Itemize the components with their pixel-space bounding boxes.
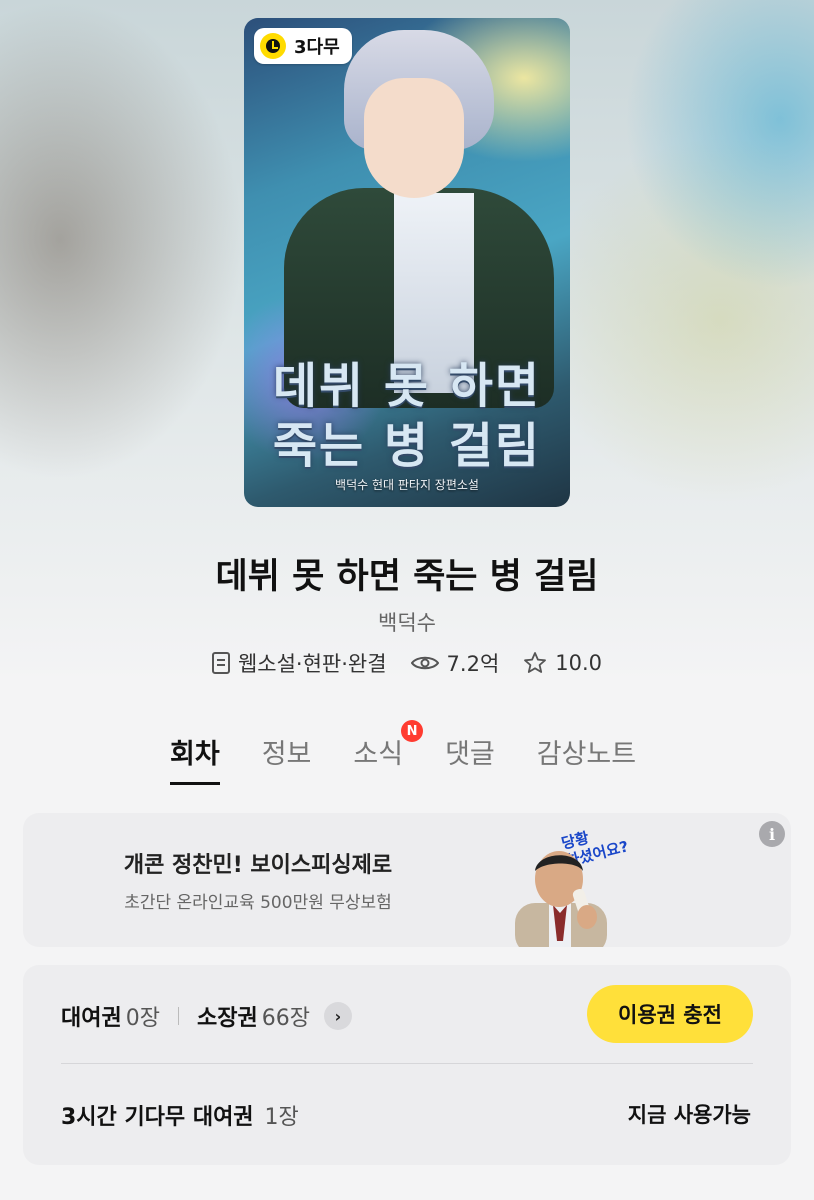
owned-label: 소장권 [196, 1006, 258, 1031]
star-icon [524, 652, 547, 673]
work-meta: 웹소설·현판·완결 7.2억 10.0 [0, 648, 814, 678]
tab-notes[interactable]: 감상노트 [537, 732, 636, 785]
wait-free-label: 3다무 [294, 37, 340, 58]
tab-episodes[interactable]: 회차 [170, 732, 220, 785]
wait-free-pass: 3시간 기다무 대여권 1장 [61, 1099, 299, 1131]
views-info: 7.2억 [410, 648, 500, 678]
genre-text: 웹소설·현판·완결 [237, 652, 387, 676]
tab-news[interactable]: 소식 N [353, 720, 424, 785]
pass-card-divider [61, 1063, 753, 1064]
ad-info-icon[interactable]: i [759, 821, 785, 847]
views-count: 7.2억 [446, 652, 500, 676]
wait-free-badge: 3다무 [254, 28, 352, 64]
cover-art-face [364, 78, 464, 198]
cover-subtitle: 백덕수 현대 판타지 장편소설 [335, 478, 479, 492]
content-tabs: 회차 정보 소식 N 댓글 감상노트 [170, 720, 636, 785]
clock-icon [260, 33, 286, 59]
cover-title-line2: 죽는 병 걸림 [272, 418, 542, 474]
document-icon [211, 652, 230, 674]
eye-icon [410, 656, 439, 670]
cover-image[interactable]: 데뷔 못 하면 죽는 병 걸림 백덕수 현대 판타지 장편소설 3다무 [244, 18, 570, 507]
tab-news-label: 소식 [353, 739, 404, 770]
ad-person-image [515, 851, 607, 947]
charge-pass-button[interactable]: 이용권 충전 [587, 985, 753, 1043]
pass-divider [177, 1007, 179, 1025]
author-name[interactable]: 백덕수 [0, 607, 814, 637]
wait-pass-status[interactable]: 지금 사용가능 [628, 1099, 751, 1129]
chevron-right-icon[interactable]: › [323, 1002, 352, 1030]
rating-info: 10.0 [523, 651, 602, 675]
ad-subtitle: 초간단 온라인교육 500만원 무상보험 [124, 893, 392, 913]
ad-title: 개콘 정찬민! 보이스피싱제로 [123, 853, 393, 878]
tab-info[interactable]: 정보 [262, 732, 312, 785]
rating-value: 10.0 [555, 651, 603, 675]
rental-label: 대여권 [61, 1006, 122, 1031]
ad-banner[interactable]: 개콘 정찬민! 보이스피싱제로 초간단 온라인교육 500만원 무상보험 당황 … [23, 813, 791, 947]
genre-info: 웹소설·현판·완결 [211, 648, 387, 678]
pass-summary: 대여권 0장 소장권 66장 › [61, 1000, 352, 1032]
pass-card: 대여권 0장 소장권 66장 › 이용권 충전 3시간 기다무 대여권 1장 지… [23, 965, 791, 1165]
work-title: 데뷔 못 하면 죽는 병 걸림 [215, 557, 599, 597]
new-badge: N [401, 720, 424, 742]
owned-count: 66장 [261, 1006, 310, 1031]
wait-pass-label: 3시간 기다무 대여권 [61, 1105, 254, 1130]
wait-pass-count: 1장 [264, 1105, 299, 1130]
tab-comments[interactable]: 댓글 [445, 732, 495, 785]
rental-count: 0장 [125, 1006, 160, 1031]
